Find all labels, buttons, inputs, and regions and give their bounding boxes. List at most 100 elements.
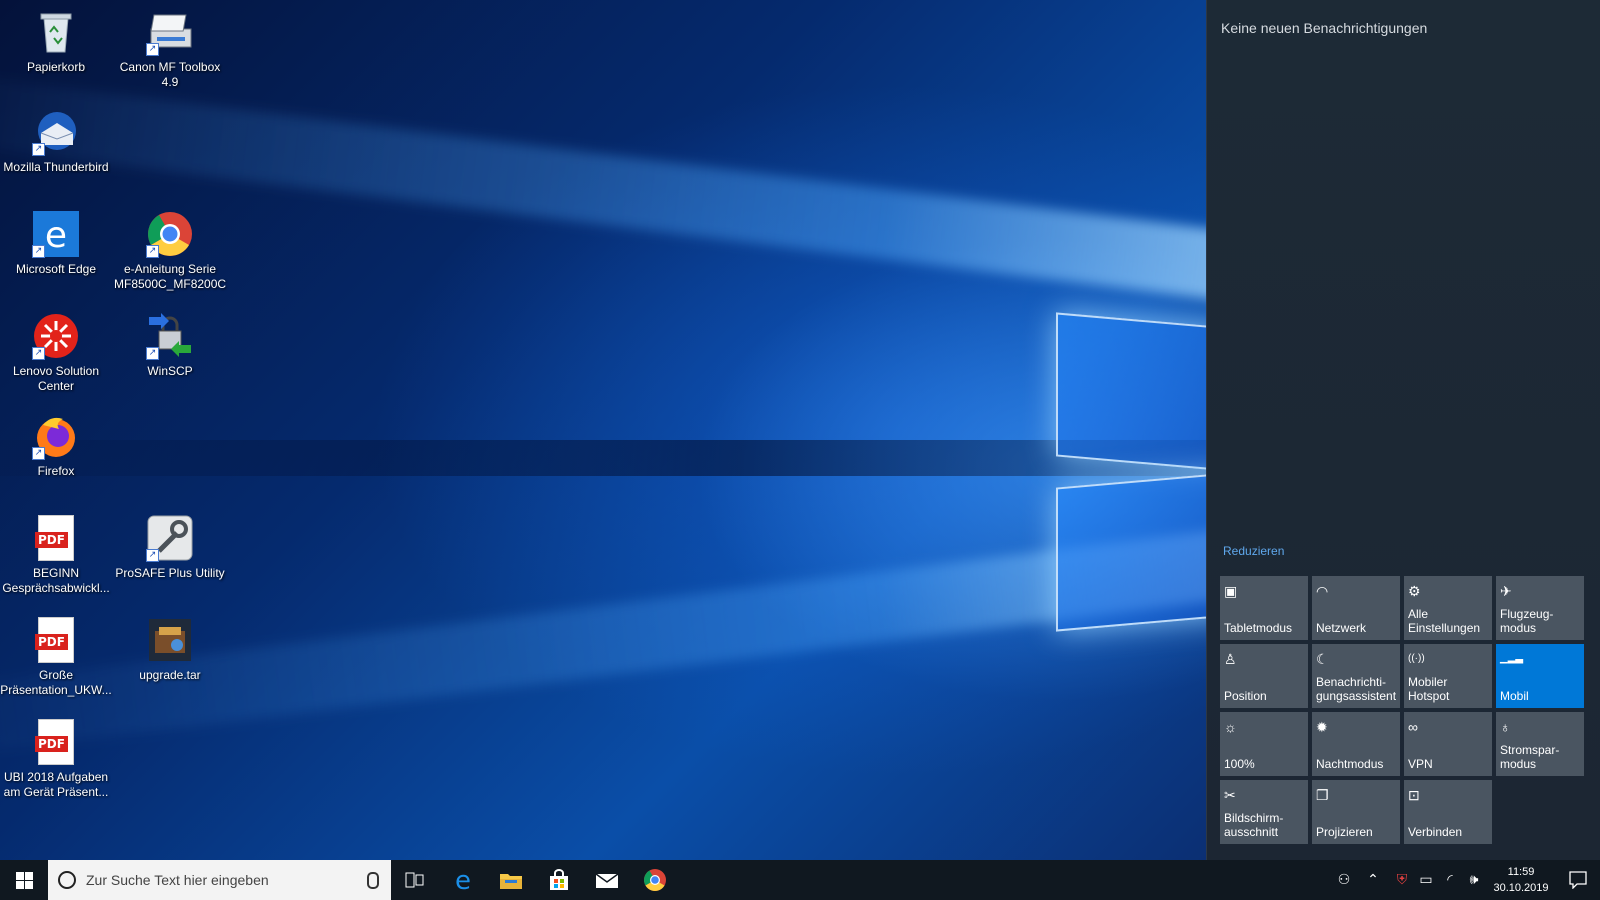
desktop-icon-winscp[interactable]: ↗ WinSCP xyxy=(114,312,226,379)
quick-action-label: Projizieren xyxy=(1316,825,1373,839)
desktop-icon-label: WinSCP xyxy=(147,364,193,378)
task-view-icon xyxy=(405,872,424,888)
desktop-icon-lenovo[interactable]: ↗ Lenovo Solution Center xyxy=(0,312,112,394)
quick-action-tile[interactable]: ♁ Stromspar- modus xyxy=(1496,712,1584,776)
cellular-icon: ▁▂▃ xyxy=(1500,653,1524,664)
search-box[interactable]: Zur Suche Text hier eingeben xyxy=(48,860,391,900)
pdf-icon: PDF xyxy=(32,514,80,562)
system-tray: ⚇ ⌃ ⛨ ▭ ◜ 🕪 11:59 30.10.2019 xyxy=(1332,860,1600,900)
desktop-icon-upgrade-tar[interactable]: upgrade.tar xyxy=(114,616,226,683)
quick-action-label: 100% xyxy=(1224,757,1255,771)
quick-action-label: VPN xyxy=(1408,757,1433,771)
gear-icon: ⚙ xyxy=(1408,583,1421,599)
quick-action-tile[interactable]: ⊡ Verbinden xyxy=(1404,780,1492,844)
edge-icon: e ↗ xyxy=(32,210,80,258)
quick-actions-grid: ▣ Tabletmodus ◠ Netzwerk ⚙ Alle Einstellungen… xyxy=(1220,576,1590,844)
desktop-icon-label: Papierkorb xyxy=(26,60,86,74)
quick-action-label: Tabletmodus xyxy=(1224,621,1293,635)
quick-action-tile[interactable]: ✂ Bildschirm- ausschnitt xyxy=(1220,780,1308,844)
chevron-up-icon[interactable]: ⌃ xyxy=(1356,872,1390,888)
prosafe-icon: ↗ xyxy=(146,514,194,562)
quick-action-tile[interactable]: ❐ Projizieren xyxy=(1312,780,1400,844)
winscp-icon: ↗ xyxy=(146,312,194,360)
vpn-icon: ∞ xyxy=(1408,719,1418,735)
cortana-icon xyxy=(58,871,76,889)
quick-action-label: Alle Einstellungen xyxy=(1408,607,1481,635)
quick-action-tile[interactable]: ((·)) Mobiler Hotspot xyxy=(1404,644,1492,708)
action-center: Keine neuen Benachrichtigungen Reduziere… xyxy=(1206,0,1600,860)
desktop-icon-label: BEGINN Gesprächsabwickl... xyxy=(2,566,110,595)
clock-date: 30.10.2019 xyxy=(1493,882,1549,894)
hotspot-icon: ((·)) xyxy=(1408,653,1425,664)
desktop-icon-firefox[interactable]: ↗ Firefox xyxy=(0,412,112,479)
desktop-icon-canon-toolbox[interactable]: ↗ Canon MF Toolbox 4.9 xyxy=(114,8,226,90)
pdf-icon: PDF xyxy=(32,616,80,664)
tablet-icon: ▣ xyxy=(1224,583,1238,599)
people-icon[interactable]: ⚇ xyxy=(1332,872,1356,888)
night-light-icon: ✹ xyxy=(1316,719,1328,735)
desktop-icon-label: Lenovo Solution Center xyxy=(12,364,100,393)
project-icon: ❐ xyxy=(1316,787,1329,803)
desktop-icon-edge[interactable]: e ↗ Microsoft Edge xyxy=(0,210,112,277)
quick-action-tile[interactable]: ◠ Netzwerk xyxy=(1312,576,1400,640)
battery-icon[interactable]: ▭ xyxy=(1414,872,1438,888)
chrome-icon xyxy=(644,869,666,891)
desktop-icon-prosafe[interactable]: ↗ ProSAFE Plus Utility xyxy=(114,514,226,581)
battery-saver-icon: ♁ xyxy=(1500,719,1511,735)
notification-icon xyxy=(1569,871,1587,889)
desktop-icon-label: e-Anleitung Serie MF8500C_MF8200C xyxy=(114,262,227,291)
quick-action-label: Verbinden xyxy=(1408,825,1463,839)
task-view-button[interactable] xyxy=(391,860,439,900)
recycle-bin-icon xyxy=(32,8,80,56)
taskbar-chrome[interactable] xyxy=(631,860,679,900)
windows-logo-pane xyxy=(1056,472,1206,632)
taskbar-edge[interactable]: e xyxy=(439,860,487,900)
desktop-icon-pdf-ubi[interactable]: PDF UBI 2018 Aufgaben am Gerät Präsent..… xyxy=(0,718,112,800)
taskbar-mail[interactable] xyxy=(583,860,631,900)
airplane-icon: ✈ xyxy=(1500,583,1512,599)
desktop-icon-thunderbird[interactable]: ↗ Mozilla Thunderbird xyxy=(0,108,112,175)
desktop: Papierkorb ↗ Mozilla Thunderbird e ↗ Mic… xyxy=(0,0,1206,860)
edge-icon: e xyxy=(455,868,471,892)
taskbar-file-explorer[interactable] xyxy=(487,860,535,900)
thunderbird-icon: ↗ xyxy=(32,108,80,156)
store-icon xyxy=(550,869,568,890)
quick-action-label: Nachtmodus xyxy=(1316,757,1384,771)
quick-action-tile[interactable]: ☾ Benachrichti- gungsassistent xyxy=(1312,644,1400,708)
desktop-icon-label: Große Präsentation_UKW... xyxy=(0,668,112,697)
wifi-icon[interactable]: ◜ xyxy=(1438,872,1462,888)
quick-action-tile[interactable]: ♙ Position xyxy=(1220,644,1308,708)
quick-action-tile[interactable]: ☼ 100% xyxy=(1220,712,1308,776)
desktop-icon-recycle-bin[interactable]: Papierkorb xyxy=(0,8,112,75)
taskbar-store[interactable] xyxy=(535,860,583,900)
quick-action-tile[interactable]: ∞ VPN xyxy=(1404,712,1492,776)
desktop-icon-label: Canon MF Toolbox 4.9 xyxy=(119,60,221,89)
desktop-icon-pdf-praesentation[interactable]: PDF Große Präsentation_UKW... xyxy=(0,616,112,698)
svg-text:e: e xyxy=(45,215,67,256)
desktop-icon-pdf-beginn[interactable]: PDF BEGINN Gesprächsabwickl... xyxy=(0,514,112,596)
microphone-icon[interactable] xyxy=(367,872,379,889)
quick-action-tile[interactable]: ▣ Tabletmodus xyxy=(1220,576,1308,640)
quick-action-label: Position xyxy=(1224,689,1267,703)
taskbar: Zur Suche Text hier eingeben e ⚇ ⌃ ⛨ ▭ ◜… xyxy=(0,860,1600,900)
start-button[interactable] xyxy=(0,860,48,900)
mail-icon xyxy=(595,873,619,888)
quick-action-label: Netzwerk xyxy=(1316,621,1367,635)
desktop-icon-label: ProSAFE Plus Utility xyxy=(115,566,225,580)
quick-action-tile[interactable]: ▁▂▃ Mobil xyxy=(1496,644,1584,708)
action-center-button[interactable] xyxy=(1556,860,1600,900)
scanner-icon: ↗ xyxy=(146,8,194,56)
snip-icon: ✂ xyxy=(1224,787,1236,803)
quick-action-tile[interactable]: ✈ Flugzeug- modus xyxy=(1496,576,1584,640)
desktop-icon-label: Mozilla Thunderbird xyxy=(3,160,109,174)
brightness-icon: ☼ xyxy=(1224,719,1237,735)
firefox-icon: ↗ xyxy=(32,412,80,460)
quick-action-tile[interactable]: ✹ Nachtmodus xyxy=(1312,712,1400,776)
collapse-link[interactable]: Reduzieren xyxy=(1223,544,1284,558)
quick-action-tile[interactable]: ⚙ Alle Einstellungen xyxy=(1404,576,1492,640)
desktop-icon-e-anleitung[interactable]: ↗ e-Anleitung Serie MF8500C_MF8200C xyxy=(114,210,226,292)
clock[interactable]: 11:59 30.10.2019 xyxy=(1486,864,1556,896)
volume-icon[interactable]: 🕪 xyxy=(1462,872,1486,888)
shadow-band xyxy=(0,440,1206,476)
security-warning-icon[interactable]: ⛨ xyxy=(1390,872,1414,888)
